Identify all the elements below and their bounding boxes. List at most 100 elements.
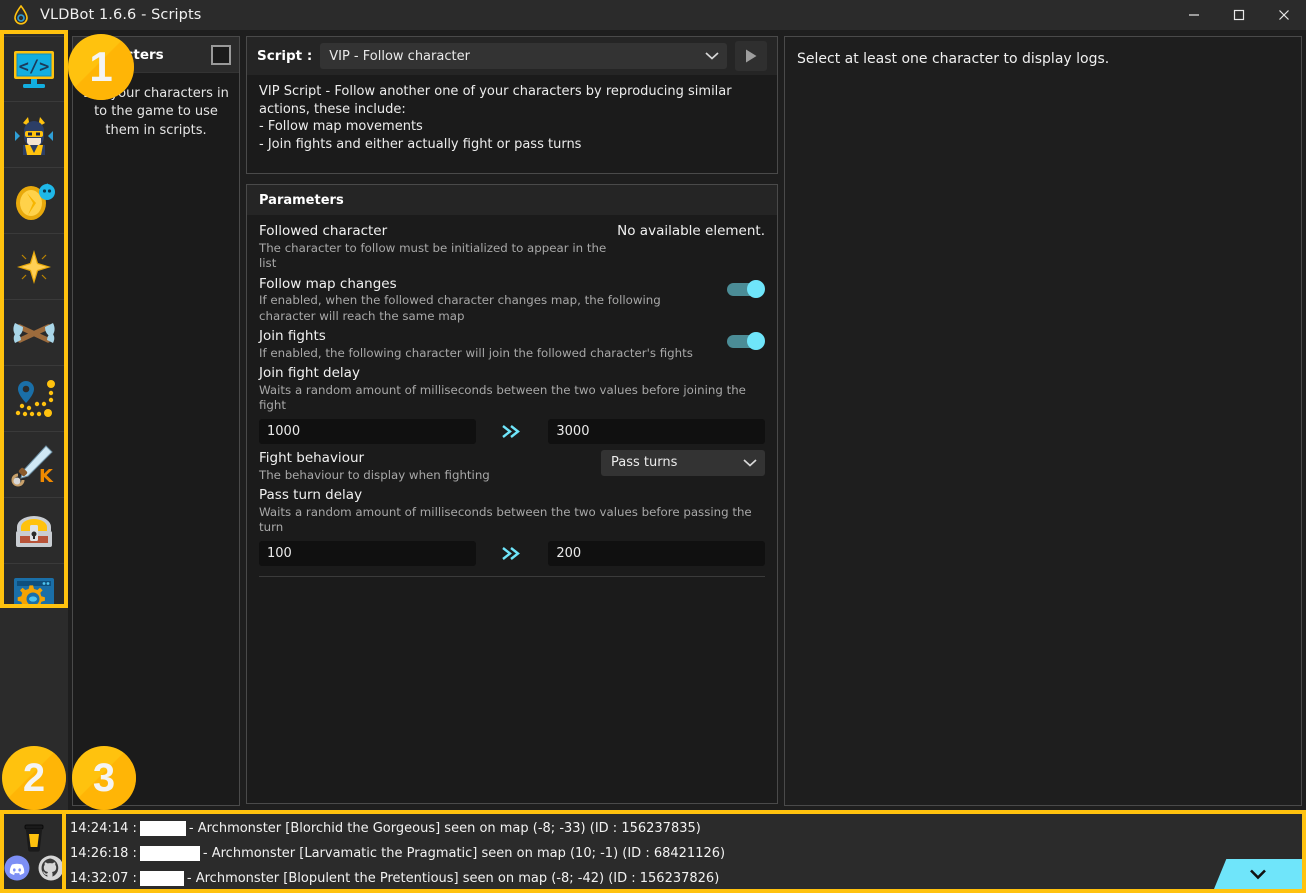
step-badge-1: 1 [68, 34, 134, 100]
character-helmet-icon [15, 116, 53, 155]
application-window: VLDBot 1.6.6 - Scripts </> K Log your ch… [0, 0, 1306, 893]
sidebar-item-paths[interactable] [4, 366, 64, 432]
maximize-button[interactable] [1216, 0, 1261, 30]
sidebar-item-kolizeum[interactable]: K [4, 432, 64, 498]
fight-behaviour-value: Pass turns [611, 455, 678, 471]
scroll-to-bottom-button[interactable] [1214, 859, 1302, 889]
log-line: 14:26:18 : - Archmonster [Larvamatic the… [70, 841, 1302, 866]
sidebar-nav-rail: </> K [0, 30, 68, 608]
parameters-panel: Parameters Followed character The charac… [246, 184, 778, 804]
parameter-description: The character to follow must be initiali… [259, 240, 607, 271]
close-button[interactable] [1261, 0, 1306, 30]
log-redacted-name [139, 821, 186, 836]
log-message: - Archmonster [Blopulent the Pretentious… [186, 871, 720, 886]
join-fights-toggle[interactable] [727, 332, 765, 351]
script-label: Script : [257, 48, 313, 64]
parameter-label: Join fight delay [259, 365, 360, 382]
parameter-join-fight-delay: Join fight delay Waits a random amount o… [259, 365, 765, 444]
treasure-chest-icon [16, 515, 52, 547]
step-badge-2: 2 [2, 746, 66, 810]
join-fight-delay-min-input[interactable]: 1000 [259, 418, 476, 444]
toggle-knob [747, 332, 765, 351]
step-badge-3: 3 [72, 746, 136, 810]
parameter-follow-map-changes: Follow map changes If enabled, when the … [259, 276, 765, 325]
sidebar-item-inventory[interactable] [4, 498, 64, 564]
chevron-down-icon [705, 52, 719, 60]
title-bar: VLDBot 1.6.6 - Scripts [0, 0, 1306, 30]
script-dropdown[interactable]: VIP - Follow character [320, 43, 727, 69]
pass-turn-delay-min-input[interactable]: 100 [259, 540, 476, 566]
star-burst-icon [17, 249, 51, 284]
double-chevron-right-icon [476, 546, 549, 561]
minimize-button[interactable] [1171, 0, 1216, 30]
parameter-label: Follow map changes [259, 275, 397, 292]
join-fight-delay-range: 1000 3000 [259, 418, 765, 444]
log-line: 14:32:07 : - Archmonster [Blopulent the … [70, 866, 1302, 889]
svg-text:</>: </> [19, 57, 50, 77]
sidebar-item-scripts[interactable]: </> [4, 36, 64, 102]
toggle-knob [747, 279, 765, 298]
script-selection-box: Script : VIP - Follow character VIP Scri… [246, 36, 778, 174]
window-gear-icon [14, 577, 54, 604]
window-controls [1171, 0, 1306, 30]
sword-k-icon: K [11, 444, 54, 487]
log-timestamp: 14:32:07 : [70, 871, 137, 886]
sidebar-nav-list: </> K [4, 34, 64, 604]
parameter-label: Join fights [259, 328, 326, 345]
crossed-axes-icon [13, 322, 55, 343]
pass-turn-delay-range: 100 200 [259, 540, 765, 566]
step-badge-number: 1 [89, 43, 113, 90]
sidebar-item-characters[interactable] [4, 102, 64, 168]
script-column: Script : VIP - Follow character VIP Scri… [246, 36, 778, 806]
log-redacted-name [139, 871, 184, 886]
run-script-button[interactable] [735, 41, 767, 71]
script-description: VIP Script - Follow another one of your … [259, 84, 732, 152]
sidebar-item-fights[interactable] [4, 300, 64, 366]
log-line: 14:24:14 : - Archmonster [Blorchid the G… [70, 816, 1302, 841]
log-message: - Archmonster [Blorchid the Gorgeous] se… [188, 821, 701, 836]
parameter-join-fights: Join fights If enabled, the following ch… [259, 328, 765, 361]
script-selection-header: Script : VIP - Follow character [247, 37, 777, 75]
follow-map-changes-toggle[interactable] [727, 279, 765, 298]
svg-text:K: K [39, 466, 54, 487]
log-timestamp: 14:24:14 : [70, 821, 137, 836]
sidebar-item-resources[interactable] [4, 168, 64, 234]
double-chevron-right-icon [476, 424, 549, 439]
coffee-cup-icon[interactable] [21, 823, 47, 853]
window-title: VLDBot 1.6.6 - Scripts [40, 7, 202, 23]
join-fight-delay-max-input[interactable]: 3000 [548, 418, 765, 444]
play-icon [746, 49, 757, 63]
character-logs-panel: Select at least one character to display… [784, 36, 1302, 806]
parameters-header: Parameters [247, 185, 777, 215]
parameter-label: Pass turn delay [259, 487, 363, 503]
parameter-description: If enabled, when the followed character … [259, 293, 661, 323]
step-badge-number: 3 [92, 755, 116, 800]
sidebar-item-settings[interactable] [4, 564, 64, 604]
parameter-description: The behaviour to display when fighting [259, 467, 490, 482]
log-message: - Archmonster [Larvamatic the Pragmatic]… [202, 846, 726, 861]
select-all-characters-checkbox[interactable] [211, 44, 231, 65]
droplet-icon [8, 0, 34, 30]
parameter-label: Followed character [259, 223, 388, 239]
pass-turn-delay-max-input[interactable]: 200 [548, 540, 765, 566]
characters-panel: Characters Log your characters in to the… [72, 36, 240, 806]
step-badge-number: 2 [22, 755, 46, 800]
parameters-title: Parameters [259, 192, 344, 208]
chevron-down-icon [743, 459, 757, 467]
parameters-list: Followed character The character to foll… [247, 215, 777, 577]
chevron-down-icon [1250, 869, 1266, 880]
parameter-followed-character: Followed character The character to foll… [259, 223, 765, 272]
parameter-description: Waits a random amount of milliseconds be… [259, 504, 752, 535]
log-timestamp: 14:26:18 : [70, 846, 137, 861]
discord-icon[interactable] [4, 855, 30, 881]
sidebar-item-achievements[interactable] [4, 234, 64, 300]
fight-behaviour-dropdown[interactable]: Pass turns [601, 449, 765, 476]
parameters-divider [259, 575, 765, 577]
parameter-label: Fight behaviour [259, 449, 365, 466]
golden-egg-icon [16, 182, 55, 220]
character-logs-empty-message: Select at least one character to display… [797, 51, 1110, 67]
parameter-description: Waits a random amount of milliseconds be… [259, 383, 746, 413]
github-icon[interactable] [38, 855, 64, 881]
script-dropdown-value: VIP - Follow character [329, 48, 470, 64]
parameter-fight-behaviour: Fight behaviour The behaviour to display… [259, 449, 765, 483]
